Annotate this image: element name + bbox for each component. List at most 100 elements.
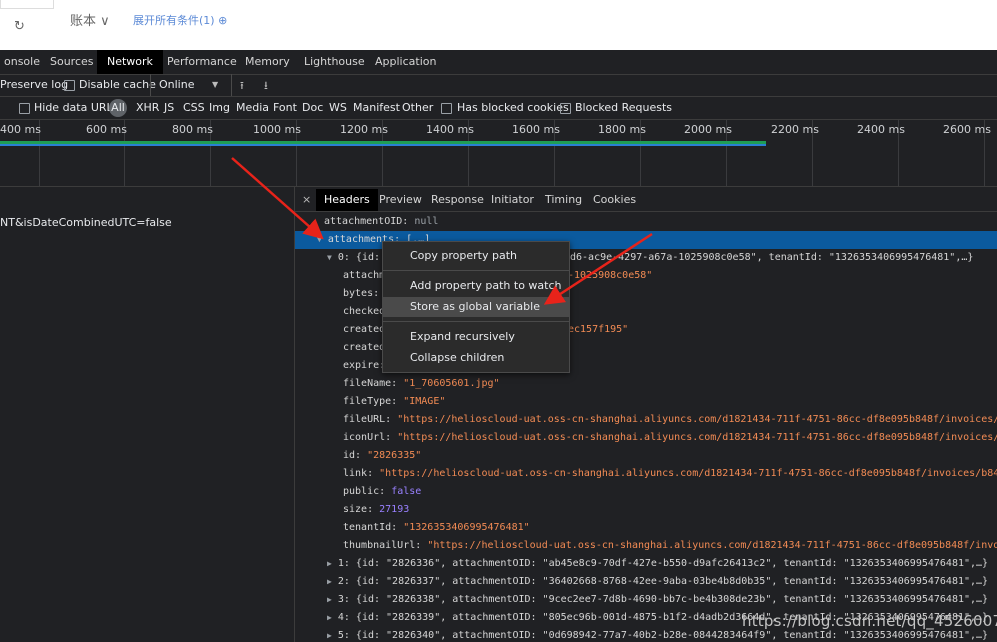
tree-row[interactable]: public: false	[295, 483, 997, 501]
tree-key: fileURL:	[343, 414, 392, 425]
menu-item-copy-property-path[interactable]: Copy property path	[383, 246, 569, 266]
triangle-right-icon[interactable]: ▶	[295, 613, 332, 622]
tab-network[interactable]: Network	[97, 50, 163, 74]
menu-item-add-to-watch[interactable]: Add property path to watch	[383, 276, 569, 296]
filter-font[interactable]: Font	[273, 101, 297, 114]
close-icon[interactable]: ×	[302, 189, 311, 211]
tree-key: link:	[343, 468, 374, 479]
upload-icon[interactable]: ⭱	[240, 77, 244, 96]
tab-memory[interactable]: Memory	[239, 50, 296, 74]
tab-timing[interactable]: Timing	[545, 189, 582, 211]
tab-application[interactable]: Application	[369, 50, 442, 74]
menu-item-expand-recursively[interactable]: Expand recursively	[383, 327, 569, 347]
tree-row[interactable]: thumbnailUrl: "https://helioscloud-uat.o…	[295, 537, 997, 555]
tree-value: "https://helioscloud-uat.oss-cn-shanghai…	[397, 414, 997, 425]
filter-css[interactable]: CSS	[183, 101, 205, 114]
tree-value: "https://helioscloud-uat.oss-cn-shanghai…	[397, 432, 997, 443]
watermark: https://blog.csdn.net/qq_45260074	[742, 612, 997, 630]
tree-row[interactable]: ▶ 3: {id: "2826338", attachmentOID: "9ce…	[295, 591, 997, 609]
tab-performance[interactable]: Performance	[161, 50, 243, 74]
tab-response[interactable]: Response	[431, 189, 484, 211]
filter-all[interactable]: All	[109, 99, 127, 117]
tree-row[interactable]: id: "2826335"	[295, 447, 997, 465]
triangle-right-icon[interactable]: ▶	[295, 559, 332, 568]
tree-key: createdB	[343, 324, 392, 335]
hide-data-urls-checkbox[interactable]	[19, 103, 30, 114]
menu-item-label: Copy property path	[410, 249, 517, 262]
tab-console[interactable]: onsole	[0, 50, 46, 74]
filter-js[interactable]: JS	[164, 101, 174, 114]
tree-key: id:	[343, 450, 362, 461]
tree-row[interactable]: ▶ 2: {id: "2826337", attachmentOID: "364…	[295, 573, 997, 591]
timeline-tick: 400 ms	[0, 123, 41, 136]
blocked-requests-label[interactable]: Blocked Requests	[575, 101, 672, 114]
blocked-requests-checkbox[interactable]	[560, 103, 571, 114]
tree-row[interactable]: link: "https://helioscloud-uat.oss-cn-sh…	[295, 465, 997, 483]
triangle-right-icon[interactable]: ▶	[295, 631, 332, 640]
tree-value: d6-ac9e-4297-a67a-1025908c0e58", tenantI…	[570, 252, 974, 263]
tree-row[interactable]: ▶ 1: {id: "2826336", attachmentOID: "ab4…	[295, 555, 997, 573]
tree-row[interactable]: fileName: "1_70605601.jpg"	[295, 375, 997, 393]
request-list: NT&isDateCombinedUTC=false	[0, 187, 295, 642]
disable-cache-label[interactable]: Disable cache	[79, 78, 156, 91]
tree-key: fileName:	[343, 378, 398, 389]
disable-cache-checkbox[interactable]	[64, 80, 75, 91]
triangle-down-icon[interactable]: ▼	[295, 253, 332, 262]
triangle-right-icon[interactable]: ▶	[295, 577, 332, 586]
menu-item-label: Expand recursively	[410, 330, 515, 343]
menu-item-collapse-children[interactable]: Collapse children	[383, 348, 569, 368]
filter-img[interactable]: Img	[209, 101, 230, 114]
timeline-tick: 1200 ms	[340, 123, 388, 136]
hide-data-urls-label[interactable]: Hide data URLs	[34, 101, 118, 114]
filter-ws[interactable]: WS	[329, 101, 347, 114]
download-icon[interactable]: ⭳	[264, 77, 268, 96]
tree-key: checked:	[343, 306, 392, 317]
tab-headers[interactable]: Headers	[316, 189, 378, 211]
tree-value: 3: {id: "2826338", attachmentOID: "9cec2…	[337, 594, 989, 605]
menu-item-store-global-variable[interactable]: Store as global variable	[383, 297, 569, 317]
timeline-tick: 2000 ms	[684, 123, 732, 136]
tree-row[interactable]: fileURL: "https://helioscloud-uat.oss-cn…	[295, 411, 997, 429]
blocked-cookies-checkbox[interactable]	[441, 103, 452, 114]
network-timeline[interactable]: 400 ms 600 ms 800 ms 1000 ms 1200 ms 140…	[0, 120, 997, 187]
refresh-icon[interactable]: ↻	[14, 19, 25, 34]
filter-other[interactable]: Other	[402, 101, 433, 114]
tree-row[interactable]: attachmentOID: null	[295, 213, 997, 231]
menu-item-label: Store as global variable	[410, 300, 540, 313]
tree-value: 5: {id: "2826340", attachmentOID: "0d698…	[337, 630, 989, 641]
expand-conditions-link[interactable]: 展开所有条件(1) ⊕	[133, 12, 227, 28]
chevron-down-icon[interactable]: ▼	[212, 80, 218, 89]
tab-preview[interactable]: Preview	[378, 189, 423, 211]
tab-cookies[interactable]: Cookies	[593, 189, 636, 211]
tree-key: tenantId:	[343, 522, 398, 533]
toolbar-divider	[150, 74, 151, 96]
tree-row[interactable]: iconUrl: "https://helioscloud-uat.oss-cn…	[295, 429, 997, 447]
tree-value: "IMAGE"	[403, 396, 446, 407]
menu-item-label: Collapse children	[410, 351, 505, 364]
timeline-tick: 1000 ms	[253, 123, 301, 136]
tab-lighthouse[interactable]: Lighthouse	[298, 50, 371, 74]
tree-row[interactable]: tenantId: "1326353406995476481"	[295, 519, 997, 537]
tab-sources[interactable]: Sources	[44, 50, 100, 74]
tree-value: 1: {id: "2826336", attachmentOID: "ab45e…	[337, 558, 989, 569]
tab-initiator[interactable]: Initiator	[491, 189, 534, 211]
blocked-cookies-label[interactable]: Has blocked cookies	[457, 101, 569, 114]
breadcrumb[interactable]: 账本 ∨	[70, 10, 110, 29]
filter-xhr[interactable]: XHR	[136, 101, 159, 114]
preserve-log-label[interactable]: Preserve log	[0, 78, 68, 91]
app-header: ↻ 账本 ∨ 展开所有条件(1) ⊕	[0, 0, 997, 51]
tree-row[interactable]: fileType: "IMAGE"	[295, 393, 997, 411]
timeline-tick: 1400 ms	[426, 123, 474, 136]
throttle-select[interactable]: Online	[159, 78, 194, 91]
menu-separator	[383, 270, 569, 271]
filter-doc[interactable]: Doc	[302, 101, 323, 114]
request-row[interactable]: NT&isDateCombinedUTC=false	[0, 215, 294, 231]
tree-key: size:	[343, 504, 374, 515]
filter-manifest[interactable]: Manifest	[353, 101, 400, 114]
tree-row[interactable]: size: 27193	[295, 501, 997, 519]
timeline-tick: 800 ms	[172, 123, 213, 136]
tree-value: "1326353406995476481"	[403, 522, 530, 533]
filter-media[interactable]: Media	[236, 101, 269, 114]
triangle-down-icon[interactable]: ▼	[295, 235, 322, 244]
triangle-right-icon[interactable]: ▶	[295, 595, 332, 604]
